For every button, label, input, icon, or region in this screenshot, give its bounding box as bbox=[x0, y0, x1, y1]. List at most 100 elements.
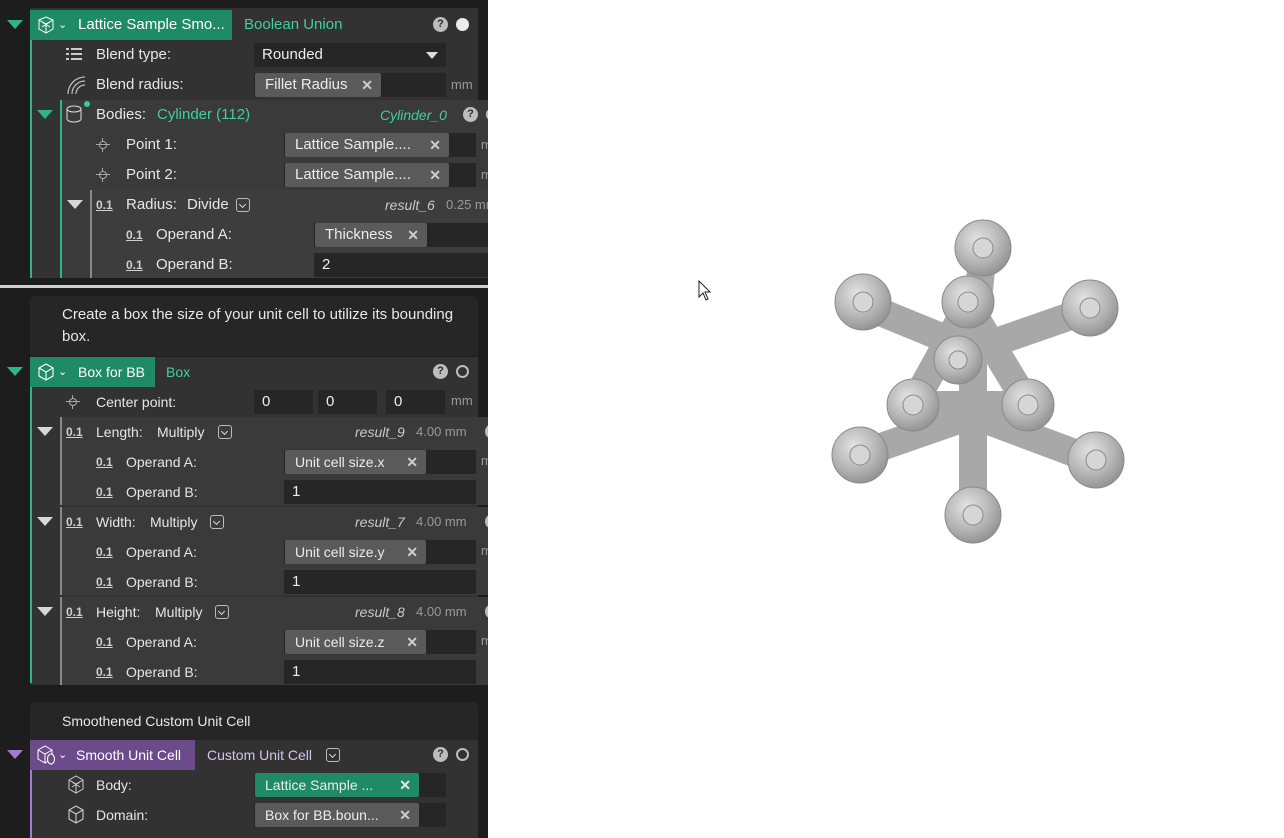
box-icon bbox=[68, 805, 84, 824]
collapse-box-block-toggle[interactable] bbox=[7, 367, 23, 376]
center-point-label: Center point: bbox=[96, 394, 177, 410]
operation-dropdown-icon[interactable] bbox=[218, 425, 232, 439]
number-icon: 0.1 bbox=[66, 515, 83, 529]
width-operand-b-value: 1 bbox=[292, 573, 301, 590]
blend-type-value: Rounded bbox=[262, 46, 323, 63]
height-result-value: 4.00 mm bbox=[416, 604, 467, 619]
visibility-ring-icon[interactable] bbox=[456, 748, 469, 761]
smooth-block-name[interactable]: Smooth Unit Cell bbox=[76, 740, 181, 770]
chevron-down-icon[interactable]: ⌄ bbox=[58, 740, 67, 770]
remove-icon[interactable]: ✕ bbox=[399, 773, 411, 797]
length-operand-b-field[interactable]: 1 bbox=[284, 480, 476, 504]
radius-operand-a-label: Operand A: bbox=[156, 226, 232, 243]
collapse-width-toggle[interactable] bbox=[37, 517, 53, 526]
domain-label: Domain: bbox=[96, 807, 149, 823]
chevron-down-icon[interactable]: ⌄ bbox=[58, 357, 67, 387]
remove-icon[interactable]: ✕ bbox=[407, 223, 419, 247]
blend-type-label: Blend type: bbox=[96, 46, 172, 63]
center-z-field[interactable]: 0 bbox=[386, 390, 445, 414]
operation-dropdown-icon[interactable] bbox=[215, 605, 229, 619]
help-icon[interactable]: ? bbox=[433, 17, 448, 32]
point1-chip[interactable]: Lattice Sample.... ✕ bbox=[285, 133, 449, 157]
length-operand-a-chip-label: Unit cell size.x bbox=[295, 454, 385, 470]
collapse-length-toggle[interactable] bbox=[37, 427, 53, 436]
body-chip[interactable]: Lattice Sample ... ✕ bbox=[255, 773, 419, 797]
height-operation[interactable]: Multiply bbox=[155, 597, 202, 627]
radius-operand-a-chip-label: Thickness bbox=[325, 226, 393, 243]
help-icon[interactable]: ? bbox=[433, 364, 448, 379]
number-icon: 0.1 bbox=[96, 545, 113, 559]
remove-icon[interactable]: ✕ bbox=[406, 540, 418, 564]
remove-icon[interactable]: ✕ bbox=[429, 133, 441, 157]
collapse-height-toggle[interactable] bbox=[37, 607, 53, 616]
radius-operand-b-field[interactable]: 2 bbox=[314, 253, 506, 277]
point-icon bbox=[66, 395, 80, 409]
operation-dropdown-icon[interactable] bbox=[210, 515, 224, 529]
remove-icon[interactable]: ✕ bbox=[406, 450, 418, 474]
bodies-accent bbox=[60, 100, 62, 278]
number-icon: 0.1 bbox=[96, 455, 113, 469]
domain-chip[interactable]: Box for BB.boun... ✕ bbox=[255, 803, 419, 827]
length-operand-b-label: Operand B: bbox=[126, 484, 198, 500]
type-dropdown-icon[interactable] bbox=[326, 748, 340, 762]
help-icon[interactable]: ? bbox=[463, 107, 478, 122]
collapse-bodies-toggle[interactable] bbox=[37, 110, 53, 119]
domain-chip-label: Box for BB.boun... bbox=[265, 807, 379, 823]
visibility-dot-icon[interactable] bbox=[456, 18, 469, 31]
smooth-comment-text: Smoothened Custom Unit Cell bbox=[62, 713, 251, 729]
width-accent bbox=[60, 507, 62, 595]
viewport-3d[interactable] bbox=[488, 0, 1284, 838]
length-operand-a-chip[interactable]: Unit cell size.x ✕ bbox=[285, 450, 426, 474]
operation-dropdown-icon[interactable] bbox=[236, 198, 250, 212]
list-icon bbox=[66, 48, 82, 60]
length-result-value: 4.00 mm bbox=[416, 424, 467, 439]
remove-icon[interactable]: ✕ bbox=[406, 630, 418, 654]
visibility-ring-icon[interactable] bbox=[456, 365, 469, 378]
width-operand-b-field[interactable]: 1 bbox=[284, 570, 476, 594]
lattice-block-header[interactable]: ⌄ Lattice Sample Smo... bbox=[30, 10, 232, 40]
bodies-value[interactable]: Cylinder (112) bbox=[157, 100, 250, 130]
height-result-name: result_8 bbox=[355, 604, 405, 620]
height-operand-b-value: 1 bbox=[292, 663, 301, 680]
length-operation[interactable]: Multiply bbox=[157, 417, 204, 447]
box-block-header[interactable]: ⌄ Box for BB bbox=[30, 357, 155, 387]
length-accent bbox=[60, 417, 62, 505]
width-operand-a-label: Operand A: bbox=[126, 544, 197, 560]
dropdown-arrow-icon[interactable] bbox=[426, 52, 438, 59]
radius-operand-a-chip[interactable]: Thickness ✕ bbox=[315, 223, 427, 247]
collapse-radius-toggle[interactable] bbox=[67, 200, 83, 209]
body-label: Body: bbox=[96, 777, 132, 793]
number-icon: 0.1 bbox=[96, 635, 113, 649]
lattice-icon bbox=[38, 16, 54, 34]
lattice-block-name[interactable]: Lattice Sample Smo... bbox=[78, 10, 225, 40]
collapse-lattice-block-toggle[interactable] bbox=[7, 20, 23, 29]
radius-operand-b-label: Operand B: bbox=[156, 256, 233, 273]
collapse-smooth-block-toggle[interactable] bbox=[7, 750, 23, 759]
point2-chip[interactable]: Lattice Sample.... ✕ bbox=[285, 163, 449, 187]
width-operand-a-chip-label: Unit cell size.y bbox=[295, 544, 385, 560]
box-block-name[interactable]: Box for BB bbox=[78, 357, 145, 387]
height-accent bbox=[60, 597, 62, 685]
help-icon[interactable]: ? bbox=[433, 747, 448, 762]
remove-icon[interactable]: ✕ bbox=[361, 73, 373, 97]
remove-icon[interactable]: ✕ bbox=[429, 163, 441, 187]
height-operand-a-chip[interactable]: Unit cell size.z ✕ bbox=[285, 630, 426, 654]
radius-accent bbox=[90, 190, 92, 278]
smooth-block-header[interactable]: ⌄ Smooth Unit Cell bbox=[30, 740, 195, 770]
chevron-down-icon[interactable]: ⌄ bbox=[58, 10, 67, 40]
box-icon bbox=[38, 363, 54, 381]
smooth-block-type[interactable]: Custom Unit Cell bbox=[207, 740, 312, 770]
center-y-field[interactable]: 0 bbox=[318, 390, 377, 414]
point-icon bbox=[96, 138, 110, 152]
blend-radius-chip[interactable]: Fillet Radius ✕ bbox=[255, 73, 381, 97]
remove-icon[interactable]: ✕ bbox=[399, 803, 411, 827]
width-operand-a-chip[interactable]: Unit cell size.y ✕ bbox=[285, 540, 426, 564]
center-x-field[interactable]: 0 bbox=[254, 390, 313, 414]
height-operand-b-field[interactable]: 1 bbox=[284, 660, 476, 684]
number-icon: 0.1 bbox=[96, 575, 113, 589]
number-icon: 0.1 bbox=[66, 425, 83, 439]
width-operation[interactable]: Multiply bbox=[150, 507, 197, 537]
radius-operation[interactable]: Divide bbox=[187, 190, 229, 220]
blend-type-select[interactable]: Rounded bbox=[254, 43, 446, 67]
point2-chip-label: Lattice Sample.... bbox=[295, 166, 411, 183]
